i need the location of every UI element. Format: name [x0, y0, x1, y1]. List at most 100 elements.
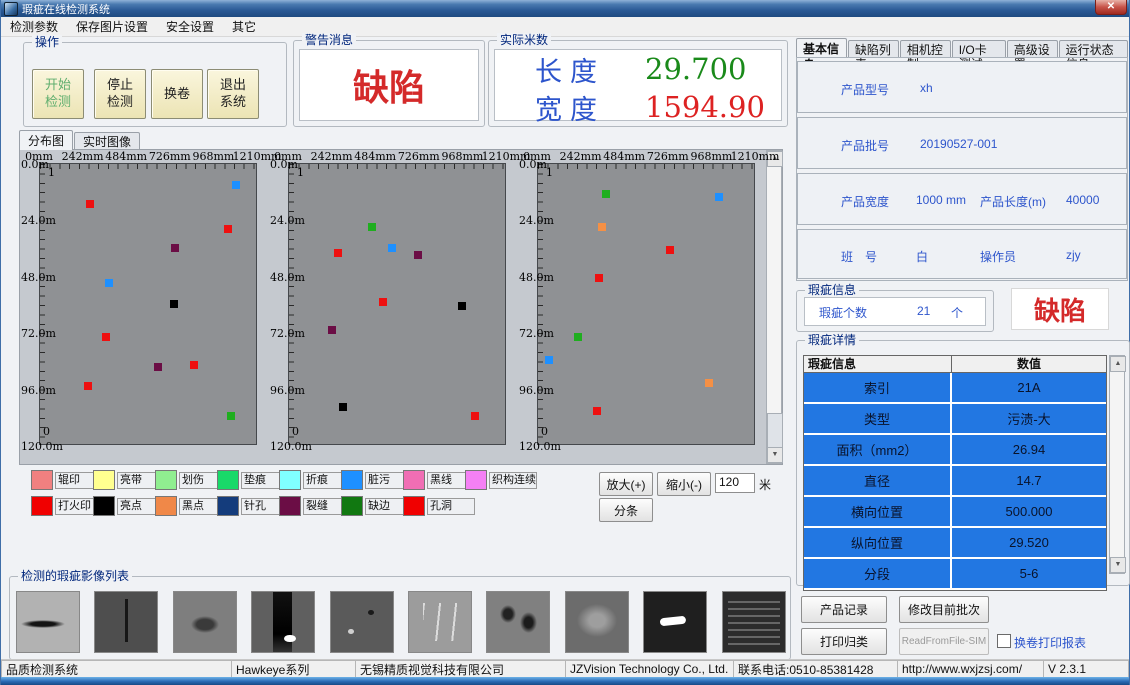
right-tab-4[interactable]: I/O卡测试 [952, 40, 1006, 58]
detail-header-info: 瑕疵信息 [804, 356, 952, 372]
modify-batch-button[interactable]: 修改目前批次 [899, 596, 989, 623]
y-axis-tick-label: 0.0m [270, 158, 298, 171]
detail-row-3[interactable]: 面积（mm2）26.94 [804, 435, 1106, 466]
product-model-label: 产品型号 [841, 81, 889, 98]
detail-row-6[interactable]: 纵向位置29.520 [804, 528, 1106, 559]
view-tab-strip: 分布图实时图像 [19, 130, 141, 150]
right-tab-3[interactable]: 相机控制 [900, 40, 951, 58]
meters-unit-label: 米 [759, 476, 771, 493]
plot-number-label: 1 [546, 166, 553, 179]
print-sort-button[interactable]: 打印归类 [801, 628, 887, 655]
operation-button-3[interactable]: 换卷 [151, 69, 203, 119]
operation-button-4[interactable]: 退出 系统 [207, 69, 259, 119]
product-length-value: 40000 [1066, 193, 1099, 207]
detail-row-4[interactable]: 直径14.7 [804, 466, 1106, 497]
defect-detail-table: 瑕疵信息 数值 索引21A类型污渍-大面积（mm2）26.94直径14.7横向位… [803, 355, 1107, 591]
detail-row-1[interactable]: 索引21A [804, 373, 1106, 404]
product-model-row: 产品型号 xh [797, 61, 1127, 113]
detail-row-value: 26.94 [952, 435, 1106, 464]
view-tab-2[interactable]: 实时图像 [74, 132, 140, 150]
x-axis-tick-label: 726mm [647, 150, 689, 163]
status-segment-2: Hawkeye系列 [231, 660, 355, 678]
scrollbar-thumb[interactable] [767, 413, 783, 449]
product-record-button[interactable]: 产品记录 [801, 596, 887, 623]
split-button[interactable]: 分条 [599, 498, 653, 522]
y-axis-tick-label: 0.0m [519, 158, 547, 171]
defect-thumbnail-2[interactable] [94, 591, 158, 653]
detail-row-7[interactable]: 分段5-6 [804, 559, 1106, 590]
defect-marker [602, 190, 610, 198]
y-axis-tick-label: 72.0m [270, 327, 305, 340]
roll-print-checkbox[interactable] [997, 634, 1011, 648]
plot-origin-label: 0 [43, 425, 50, 438]
defect-thumbnail-5[interactable] [330, 591, 394, 653]
detail-row-value: 21A [952, 373, 1106, 402]
defect-marker [224, 225, 232, 233]
y-axis-tick-label: 120.0m [519, 440, 561, 453]
detail-table-scrollbar[interactable]: ▲ ▼ [1109, 355, 1125, 574]
operator-value: zjy [1066, 248, 1081, 262]
defect-marker [334, 249, 342, 257]
defect-thumbnail-1[interactable] [16, 591, 80, 653]
view-tab-1[interactable]: 分布图 [19, 130, 73, 150]
status-segment-7: V 2.3.1 [1043, 660, 1129, 678]
y-axis-tick-label: 48.0m [21, 271, 56, 284]
defect-thumbnail-7[interactable] [486, 591, 550, 653]
x-axis-tick-label: 726mm [149, 150, 191, 163]
detail-row-label: 直径 [804, 466, 952, 495]
defect-marker [705, 379, 713, 387]
operation-button-2[interactable]: 停止 检测 [94, 69, 146, 119]
meter-label: 宽度 [495, 88, 645, 127]
y-axis-tick-label: 120.0m [21, 440, 63, 453]
menu-item-1[interactable]: 检测参数 [1, 17, 67, 36]
defect-marker [414, 251, 422, 259]
plot-number-label: 1 [297, 166, 304, 179]
plots-vertical-scrollbar[interactable]: ▲ ▼ [766, 150, 782, 464]
detail-row-2[interactable]: 类型污渍-大 [804, 404, 1106, 435]
legend-color-swatch [279, 470, 301, 490]
scroll-down-icon[interactable]: ▼ [1110, 557, 1126, 573]
defect-marker [154, 363, 162, 371]
defect-thumbnail-8[interactable] [565, 591, 629, 653]
menu-item-4[interactable]: 其它 [223, 17, 265, 36]
menu-item-3[interactable]: 安全设置 [157, 17, 223, 36]
detail-row-5[interactable]: 横向位置500.000 [804, 497, 1106, 528]
defect-thumbnail-10[interactable] [722, 591, 786, 653]
right-tab-2[interactable]: 缺陷列表 [848, 40, 899, 58]
defect-thumbnail-6[interactable] [408, 591, 472, 653]
defect-marker [574, 333, 582, 341]
defect-thumbnail-9[interactable] [643, 591, 707, 653]
y-axis-tick-label: 72.0m [519, 327, 554, 340]
defect-info-title: 瑕疵信息 [805, 283, 859, 297]
warning-group-title: 警告消息 [302, 33, 356, 47]
zoom-in-button[interactable]: 放大(+) [599, 472, 653, 496]
defect-marker [388, 244, 396, 252]
defect-thumbnail-4[interactable] [251, 591, 315, 653]
meter-row-2: 宽度1594.90 [495, 88, 781, 126]
defect-marker [715, 193, 723, 201]
scroll-down-icon[interactable]: ▼ [767, 447, 783, 463]
y-axis-tick-label: 96.0m [21, 384, 56, 397]
meters-group: 实际米数 长度29.700宽度1594.90 [488, 40, 788, 127]
y-axis-tick-label: 48.0m [270, 271, 305, 284]
warning-group: 警告消息 缺陷 [293, 40, 485, 127]
right-tab-6[interactable]: 运行状态信息 [1059, 40, 1128, 58]
right-tab-5[interactable]: 高级设置 [1007, 40, 1058, 58]
detail-row-label: 横向位置 [804, 497, 952, 526]
close-button[interactable]: ✕ [1095, 0, 1127, 15]
legend-color-swatch [93, 496, 115, 516]
defect-thumbnail-3[interactable] [173, 591, 237, 653]
defect-marker [190, 361, 198, 369]
menu-item-2[interactable]: 保存图片设置 [67, 17, 157, 36]
scroll-up-icon[interactable]: ▲ [1110, 356, 1126, 372]
operation-button-1[interactable]: 开始 检测 [32, 69, 84, 119]
meters-input[interactable]: 120 [715, 473, 755, 493]
x-axis-tick-label: 726mm [398, 150, 440, 163]
y-axis-ticks [538, 164, 543, 444]
meter-value: 29.700 [645, 52, 746, 86]
plot-area-2: 10 [288, 163, 506, 445]
right-tab-1[interactable]: 基本信息 [796, 38, 847, 58]
zoom-out-button[interactable]: 缩小(-) [657, 472, 711, 496]
defect-marker [379, 298, 387, 306]
x-axis-tick-label: 242mm [560, 150, 602, 163]
